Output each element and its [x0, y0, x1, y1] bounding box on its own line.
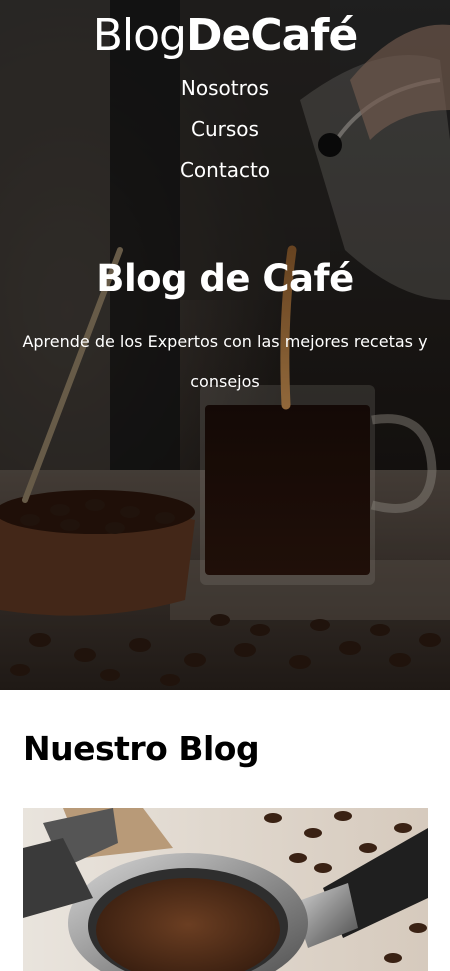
nav-link-contacto[interactable]: Contacto: [180, 158, 270, 182]
nav-link-cursos[interactable]: Cursos: [191, 117, 259, 141]
hero-content: BlogDeCafé Nosotros Cursos Contacto Blog…: [0, 0, 450, 690]
nav-item-nosotros: Nosotros: [0, 68, 450, 109]
blog-section: Nuestro Blog: [0, 690, 450, 971]
nav-item-cursos: Cursos: [0, 109, 450, 150]
nav-link-nosotros[interactable]: Nosotros: [181, 76, 269, 100]
main-navigation: Nosotros Cursos Contacto: [0, 68, 450, 191]
blog-section-title: Nuestro Blog: [23, 729, 260, 768]
portafilter-image: [23, 808, 428, 971]
blog-entry-image[interactable]: [23, 808, 428, 971]
logo-bold-text: DeCafé: [185, 10, 358, 61]
logo-light-text: Blog: [92, 10, 187, 61]
nav-item-contacto: Contacto: [0, 150, 450, 191]
hero-header: BlogDeCafé Nosotros Cursos Contacto Blog…: [0, 0, 450, 690]
site-logo[interactable]: BlogDeCafé: [0, 8, 450, 64]
hero-title: Blog de Café: [96, 257, 354, 300]
hero-subtitle: Aprende de los Expertos con las mejores …: [22, 332, 428, 391]
page: BlogDeCafé Nosotros Cursos Contacto Blog…: [0, 0, 450, 971]
